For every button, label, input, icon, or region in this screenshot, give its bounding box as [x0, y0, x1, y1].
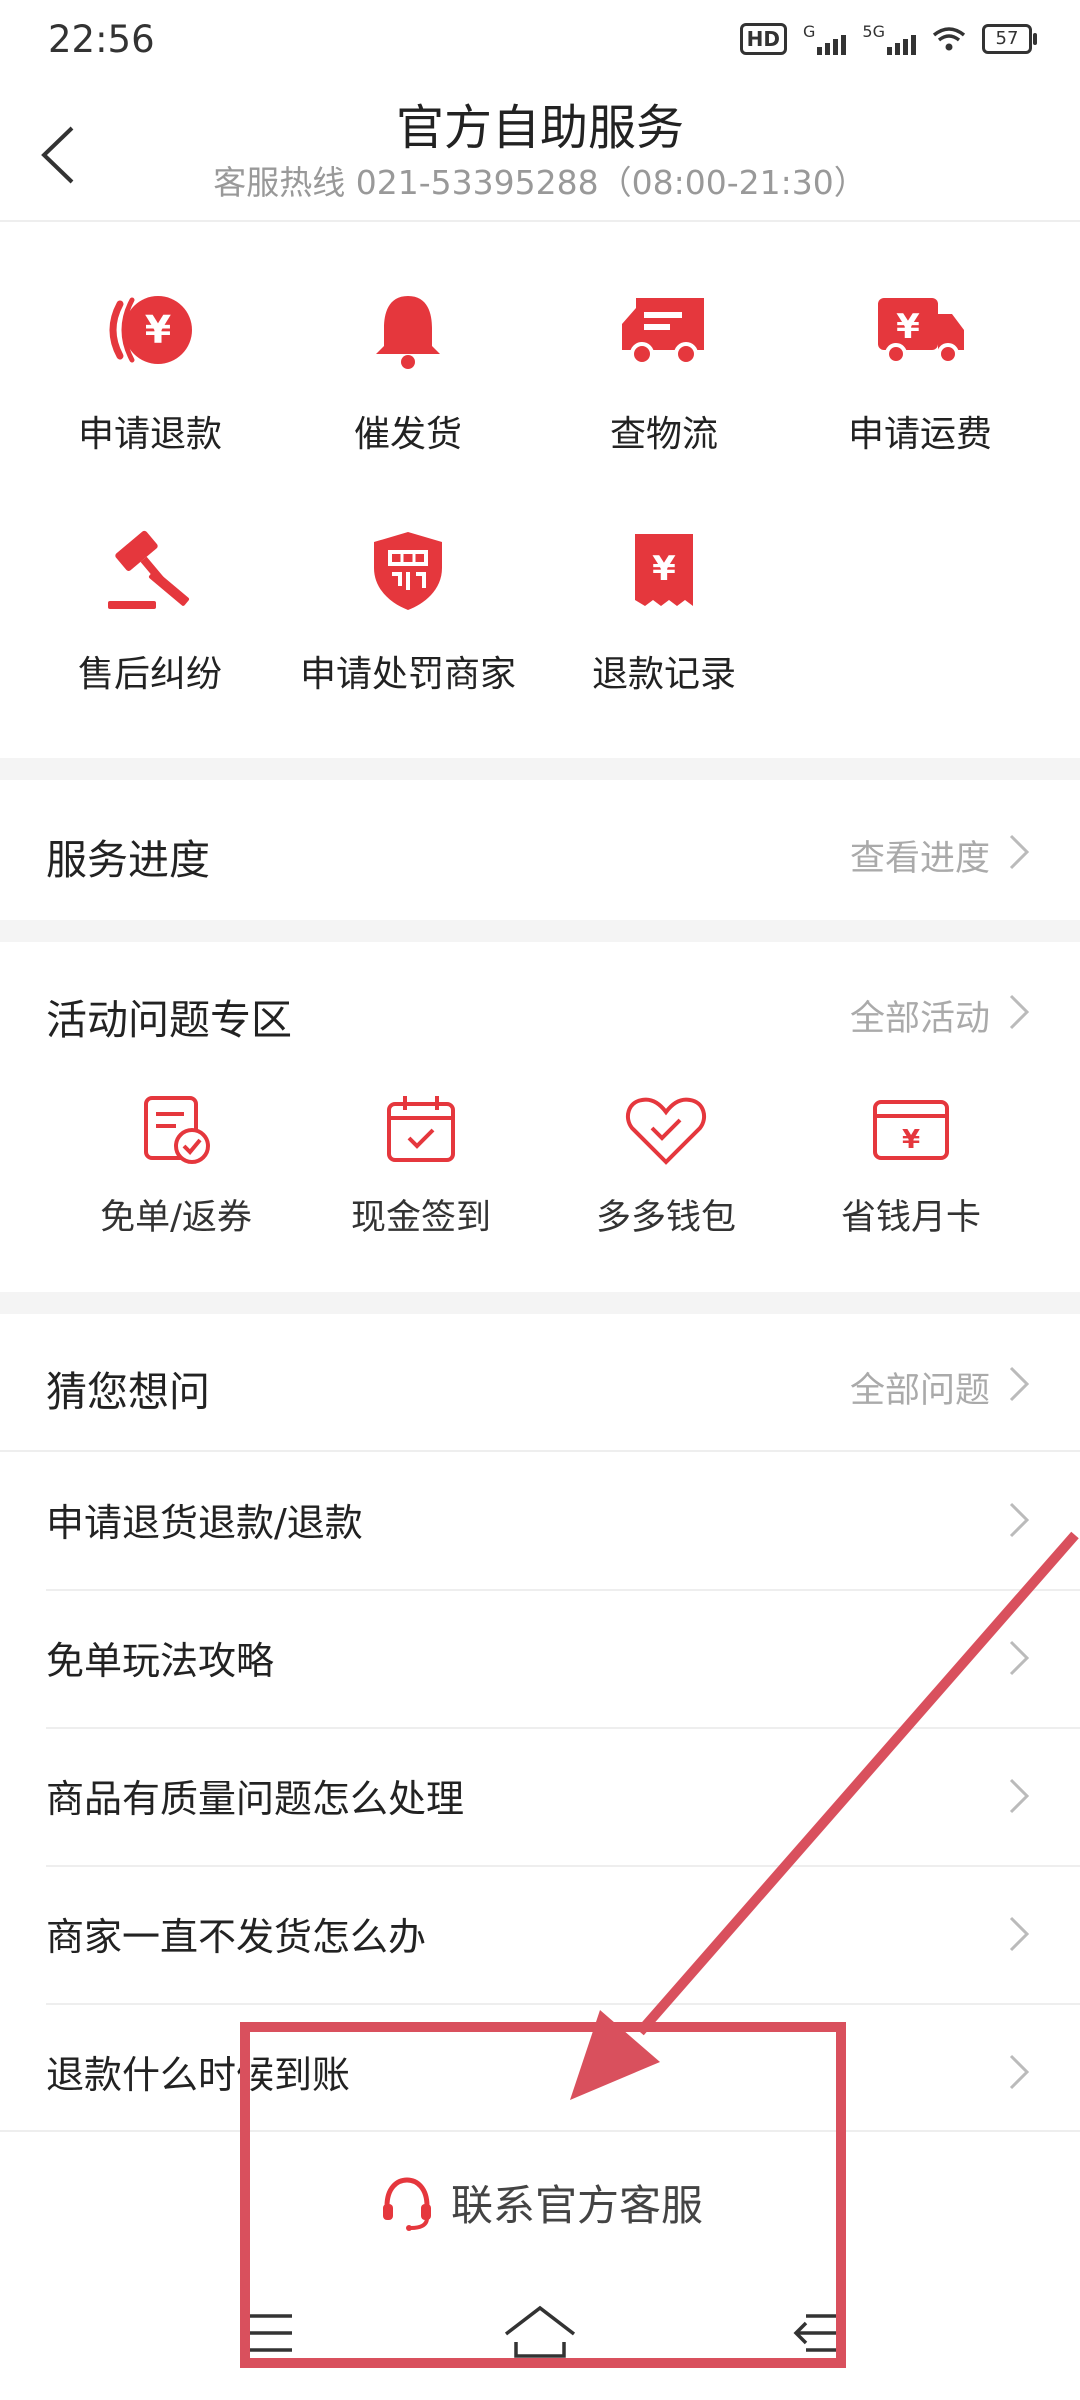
- view-progress-link[interactable]: 查看进度: [850, 830, 990, 881]
- hd-icon: HD: [739, 22, 788, 55]
- faq-item[interactable]: 免单玩法攻略: [46, 1590, 1080, 1729]
- service-dispute[interactable]: 售后纠纷: [22, 515, 278, 697]
- hotline-text: 客服热线 021-53395288（08:00-21:30）: [213, 163, 867, 202]
- penalty-shield-icon: [374, 532, 442, 610]
- activity-wallet[interactable]: 多多钱包: [531, 1085, 801, 1240]
- activity-monthly-card[interactable]: ¥ 省钱月卡: [776, 1085, 1046, 1240]
- bell-icon: [376, 296, 440, 369]
- section-divider: [0, 1292, 1080, 1314]
- signal-1-icon: G: [803, 22, 847, 55]
- chevron-right-icon: [1009, 1916, 1030, 1952]
- card-yen-icon: ¥: [873, 1100, 949, 1160]
- faq-title: 猜您想问: [46, 1368, 210, 1416]
- service-refund-records-label: 退款记录: [591, 654, 736, 695]
- faq-item[interactable]: 商品有质量问题怎么处理: [46, 1728, 1080, 1867]
- chevron-right-icon: [1009, 1640, 1030, 1676]
- service-penalty-label: 申请处罚商家: [299, 654, 516, 695]
- faq-question: 申请退货退款/退款: [46, 1501, 363, 1545]
- service-dispute-label: 售后纠纷: [77, 654, 222, 695]
- svg-text:¥: ¥: [652, 549, 676, 589]
- wifi-icon: [932, 26, 966, 50]
- faq-item[interactable]: 申请退货退款/退款: [46, 1452, 1080, 1591]
- calendar-check-icon: [387, 1096, 455, 1162]
- all-activities-link[interactable]: 全部活动: [850, 990, 990, 1041]
- signal-2-icon: 5G: [862, 22, 916, 55]
- chevron-right-icon: [1009, 1778, 1030, 1814]
- faq-question: 商家一直不发货怎么办: [46, 1915, 427, 1959]
- service-penalty[interactable]: 申请处罚商家: [280, 515, 536, 697]
- truck-icon: [622, 298, 704, 366]
- service-refund-records[interactable]: ¥ 退款记录: [536, 515, 792, 697]
- coupon-check-icon: [144, 1096, 210, 1164]
- chevron-right-icon: [1009, 834, 1030, 870]
- activity-free-order[interactable]: 免单/返券: [41, 1085, 311, 1240]
- service-freight-label: 申请运费: [847, 414, 992, 455]
- service-freight[interactable]: ¥ 申请运费: [792, 275, 1048, 457]
- all-questions-link[interactable]: 全部问题: [850, 1362, 990, 1413]
- gavel-icon: [108, 530, 190, 609]
- page-title: 官方自助服务: [395, 100, 684, 156]
- header: 官方自助服务 客服热线 021-53395288（08:00-21:30）: [0, 80, 1080, 222]
- refund-icon: ¥: [109, 296, 192, 364]
- section-divider: [0, 758, 1080, 780]
- service-logistics-label: 查物流: [609, 414, 718, 455]
- chevron-right-icon: [1009, 2054, 1030, 2090]
- activity-free-order-label: 免单/返券: [100, 1198, 252, 1238]
- receipt-icon: ¥: [635, 534, 693, 606]
- activity-monthly-card-label: 省钱月卡: [840, 1198, 981, 1238]
- svg-text:¥: ¥: [145, 308, 171, 352]
- activity-title: 活动问题专区: [46, 996, 292, 1044]
- chevron-right-icon: [1009, 994, 1030, 1030]
- service-urge-shipping-label: 催发货: [353, 414, 462, 455]
- faq-header[interactable]: 猜您想问 全部问题: [0, 1314, 1080, 1452]
- battery-icon: 57: [982, 23, 1037, 54]
- status-bar: 22:56 HD G 5G 57: [0, 0, 1080, 80]
- chevron-right-icon: [1009, 1502, 1030, 1538]
- faq-question: 免单玩法攻略: [46, 1639, 275, 1683]
- svg-text:¥: ¥: [896, 307, 920, 347]
- service-grid: ¥ 申请退款 催发货 查物流 ¥ 申请运费 售后纠纷 申请处罚商家 ¥ 退款记录: [0, 230, 1080, 750]
- faq-item[interactable]: 商家一直不发货怎么办: [46, 1866, 1080, 2005]
- service-refund-label: 申请退款: [77, 414, 222, 455]
- chevron-right-icon: [1009, 1366, 1030, 1402]
- heart-check-icon: [625, 1097, 707, 1165]
- service-urge-shipping[interactable]: 催发货: [280, 275, 536, 457]
- annotation-highlight-box: [240, 2022, 846, 2368]
- activity-cash-checkin-label: 现金签到: [350, 1198, 491, 1238]
- faq-question: 商品有质量问题怎么处理: [46, 1777, 465, 1821]
- status-time: 22:56: [48, 18, 155, 61]
- activity-wallet-label: 多多钱包: [595, 1198, 736, 1238]
- freight-truck-icon: ¥: [878, 298, 964, 365]
- section-divider: [0, 920, 1080, 942]
- activity-header[interactable]: 活动问题专区 全部活动: [0, 942, 1080, 1072]
- svg-text:¥: ¥: [902, 1125, 920, 1155]
- service-progress-title: 服务进度: [46, 836, 210, 884]
- status-icons: HD G 5G 57: [739, 22, 1037, 55]
- activity-cash-checkin[interactable]: 现金签到: [286, 1085, 556, 1240]
- service-refund[interactable]: ¥ 申请退款: [22, 275, 278, 457]
- service-progress-row[interactable]: 服务进度 查看进度: [0, 780, 1080, 920]
- service-logistics[interactable]: 查物流: [536, 275, 792, 457]
